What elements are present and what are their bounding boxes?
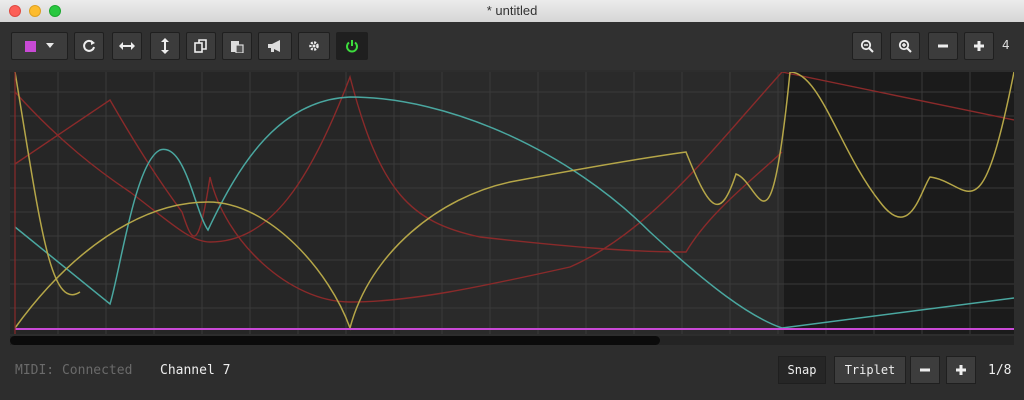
app-window: * untitled 4 MIDI: Connected Channel 7 S… <box>0 0 1024 400</box>
power-button[interactable] <box>336 32 368 60</box>
plus-icon <box>956 365 966 375</box>
stretch-vertical-button[interactable] <box>150 32 180 60</box>
increase-button[interactable] <box>964 32 994 60</box>
announce-button[interactable] <box>258 32 292 60</box>
settings-button[interactable] <box>298 32 330 60</box>
curve-editor-canvas[interactable] <box>10 72 1014 334</box>
zoom-out-icon <box>860 39 874 53</box>
megaphone-icon <box>268 40 280 52</box>
stretch-horizontal-button[interactable] <box>112 32 142 60</box>
paste-button[interactable] <box>222 32 252 60</box>
zoom-out-button[interactable] <box>852 32 882 60</box>
decrease-button[interactable] <box>928 32 958 60</box>
gear-icon <box>309 41 319 51</box>
scrollbar-thumb[interactable] <box>10 336 660 345</box>
snap-fraction: 1/8 <box>988 363 1012 378</box>
snap-increase-button[interactable] <box>946 356 976 384</box>
vertical-arrows-icon <box>161 38 169 54</box>
minus-icon <box>938 44 948 48</box>
channel-label: Channel 7 <box>160 363 231 378</box>
title-bar: * untitled <box>0 0 1024 23</box>
window-title: * untitled <box>486 3 538 18</box>
snap-decrease-button[interactable] <box>910 356 940 384</box>
copy-button[interactable] <box>186 32 216 60</box>
triplet-button[interactable]: Triplet <box>834 356 906 384</box>
copy-icon <box>194 39 207 53</box>
minus-icon <box>920 368 930 372</box>
refresh-icon <box>83 39 95 52</box>
midi-status: MIDI: Connected <box>15 363 133 378</box>
chevron-down-icon <box>46 43 54 48</box>
horizontal-arrows-icon <box>119 42 135 50</box>
plus-icon <box>974 41 984 51</box>
horizontal-scrollbar[interactable] <box>10 336 1014 345</box>
zoom-in-icon <box>898 39 912 53</box>
color-dropdown-button[interactable] <box>11 32 68 60</box>
zoom-in-button[interactable] <box>890 32 920 60</box>
refresh-button[interactable] <box>74 32 104 60</box>
zoom-level: 4 <box>1002 38 1010 52</box>
paste-icon <box>231 41 244 53</box>
color-swatch <box>25 40 36 52</box>
snap-button[interactable]: Snap <box>778 356 826 384</box>
power-icon <box>346 40 358 53</box>
